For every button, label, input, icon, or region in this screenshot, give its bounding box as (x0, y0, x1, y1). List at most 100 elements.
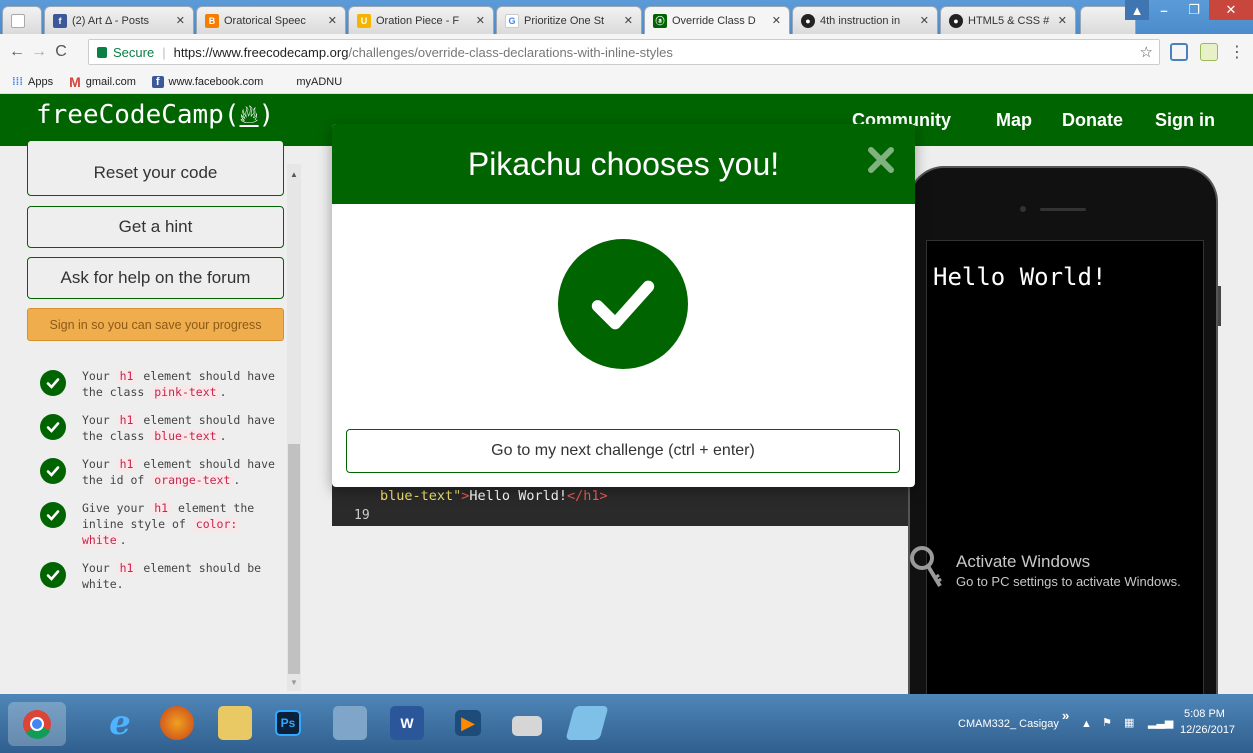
sidebar-scrollbar[interactable]: ▲ ▼ (287, 164, 301, 691)
clock-date[interactable]: 12/26/2017 (1180, 724, 1235, 736)
test-item: Your h1 element should be white. (40, 560, 280, 592)
bookmark-gmail[interactable]: M gmail.com (69, 74, 136, 90)
tab-title: Override Class D (672, 14, 756, 27)
firefox-icon[interactable] (160, 706, 194, 740)
browser-tab[interactable]: U Oration Piece - F ✕ (348, 6, 494, 34)
flame-icon: 🔥︎ (239, 100, 259, 130)
reset-code-button[interactable]: Reset your code (27, 140, 284, 196)
keyboard-icon[interactable] (512, 716, 542, 736)
windows-activation-watermark: Activate Windows Go to PC settings to ac… (956, 552, 1181, 589)
sign-in-save-progress-button[interactable]: Sign in so you can save your progress (27, 308, 284, 341)
success-modal: Pikachu chooses you! Go to my next chall… (332, 124, 915, 487)
user-profile-icon[interactable]: ▲ (1125, 0, 1149, 20)
gmail-icon: M (69, 73, 81, 90)
freecodecamp-logo[interactable]: freeCodeCamp(🔥︎) (36, 100, 274, 131)
challenge-sidebar: Reset your code Get a hint Ask for help … (0, 140, 303, 694)
github-icon: ● (801, 13, 815, 28)
reload-icon[interactable]: C (50, 43, 72, 61)
success-check-icon (558, 239, 688, 369)
browser-tab[interactable]: ● HTML5 & CSS # ✕ (940, 6, 1076, 34)
browser-tab-strip: f (2) Art Δ - Posts ✕ B Oratorical Speec… (0, 0, 1253, 34)
bookmark-apps[interactable]: ⁞⁞⁞ Apps (12, 76, 53, 88)
tab-title: HTML5 & CSS # (968, 14, 1050, 27)
check-icon (40, 502, 66, 528)
close-tab-icon[interactable]: ✕ (772, 14, 781, 27)
close-window-icon[interactable]: ✕ (1209, 0, 1253, 20)
close-icon[interactable] (863, 142, 899, 178)
forward-arrow-icon[interactable]: → (28, 43, 50, 61)
window-controls: ▲ – ❐ ✕ (1125, 0, 1253, 22)
close-tab-icon[interactable]: ✕ (476, 14, 485, 27)
network-icon[interactable]: ▦ (1124, 716, 1134, 729)
code-attr: blue-text" (380, 488, 462, 504)
scroll-down-icon[interactable]: ▼ (290, 678, 298, 687)
close-tab-icon[interactable]: ✕ (176, 14, 185, 27)
modal-header: Pikachu chooses you! (332, 124, 915, 204)
scroll-up-icon[interactable]: ▲ (290, 170, 298, 179)
tab-title: 4th instruction in (820, 14, 901, 27)
nav-sign-in[interactable]: Sign in (1155, 110, 1215, 131)
test-text: Give your h1 element the inline style of… (82, 501, 255, 547)
bookmark-myadnu[interactable]: myADNU (279, 76, 342, 88)
flag-icon[interactable]: ⚑ (1102, 716, 1112, 729)
clock-time[interactable]: 5:08 PM (1184, 708, 1225, 720)
test-text: Your h1 element should have the class pi… (82, 369, 275, 399)
test-item: Give your h1 element the inline style of… (40, 500, 280, 548)
test-text: Your h1 element should have the class bl… (82, 413, 275, 443)
bookmark-label: myADNU (296, 75, 343, 88)
browser-tab[interactable]: ● 4th instruction in ✕ (792, 6, 938, 34)
ask-forum-button[interactable]: Ask for help on the forum (27, 257, 284, 299)
browser-tab[interactable]: B Oratorical Speec ✕ (196, 6, 346, 34)
blank-page-icon (279, 76, 291, 88)
signal-icon[interactable]: ▂▃▅ (1148, 716, 1173, 729)
code-close-tag: </h1> (566, 488, 608, 504)
media-player-icon[interactable]: ▶ (455, 710, 481, 736)
extension-icon[interactable] (1170, 43, 1188, 61)
photoshop-icon[interactable]: Ps (275, 710, 301, 736)
close-tab-icon[interactable]: ✕ (624, 14, 633, 27)
scrollbar-thumb[interactable] (288, 444, 300, 674)
browser-tab[interactable]: f (2) Art Δ - Posts ✕ (44, 6, 194, 34)
logo-text-close: ) (258, 100, 275, 130)
github-icon: ● (949, 13, 963, 28)
preview-heading: Hello World! (933, 263, 1107, 291)
bookmarks-bar: ⁞⁞⁞ Apps M gmail.com f www.facebook.com … (0, 70, 1253, 94)
menu-kebab-icon[interactable]: ⋮ (1226, 42, 1248, 62)
tab-title: Prioritize One St (524, 14, 605, 27)
url-separator: | (162, 44, 166, 60)
computer-icon[interactable] (333, 706, 367, 740)
internet-explorer-icon[interactable]: e (103, 703, 137, 743)
test-text: Your h1 element should have the id of or… (82, 457, 275, 487)
logo-text: freeCodeCamp( (36, 100, 240, 130)
word-icon[interactable]: W (390, 706, 424, 740)
bookmark-star-icon[interactable]: ☆ (1140, 43, 1153, 61)
next-challenge-button[interactable]: Go to my next challenge (ctrl + enter) (346, 429, 900, 473)
address-bar[interactable]: Secure | https://www.freecodecamp.org /c… (88, 39, 1160, 65)
check-icon (40, 458, 66, 484)
show-hidden-icons-icon[interactable]: ▲ (1081, 718, 1092, 730)
notepad-icon[interactable] (565, 706, 609, 740)
back-arrow-icon[interactable]: ← (6, 43, 28, 61)
close-tab-icon[interactable]: ✕ (920, 14, 929, 27)
lock-icon (97, 46, 107, 58)
nav-donate[interactable]: Donate (1062, 110, 1123, 131)
modal-title: Pikachu chooses you! (467, 146, 780, 182)
close-tab-icon[interactable]: ✕ (328, 14, 337, 27)
file-explorer-icon[interactable] (218, 706, 252, 740)
chrome-icon[interactable] (8, 702, 66, 746)
bookmark-facebook[interactable]: f www.facebook.com (151, 75, 263, 88)
tab-title: Oratorical Speec (224, 14, 306, 27)
phone-side-button (1218, 286, 1221, 326)
browser-tab[interactable]: G Prioritize One St ✕ (496, 6, 642, 34)
maximize-icon[interactable]: ❐ (1179, 0, 1209, 20)
nav-map[interactable]: Map (996, 110, 1032, 131)
browser-tab-active[interactable]: ⓐ Override Class D ✕ (644, 6, 790, 34)
minimize-icon[interactable]: – (1149, 0, 1179, 20)
close-tab-icon[interactable]: ✕ (1058, 14, 1067, 27)
browser-tab[interactable] (2, 6, 42, 34)
phone-frame: Hello World! (908, 166, 1218, 696)
get-hint-button[interactable]: Get a hint (27, 206, 284, 248)
code-line[interactable]: blue-text">Hello World!</h1> (380, 488, 608, 504)
tray-overflow-icon[interactable]: » (1062, 708, 1069, 723)
extension-icon[interactable] (1200, 43, 1218, 61)
